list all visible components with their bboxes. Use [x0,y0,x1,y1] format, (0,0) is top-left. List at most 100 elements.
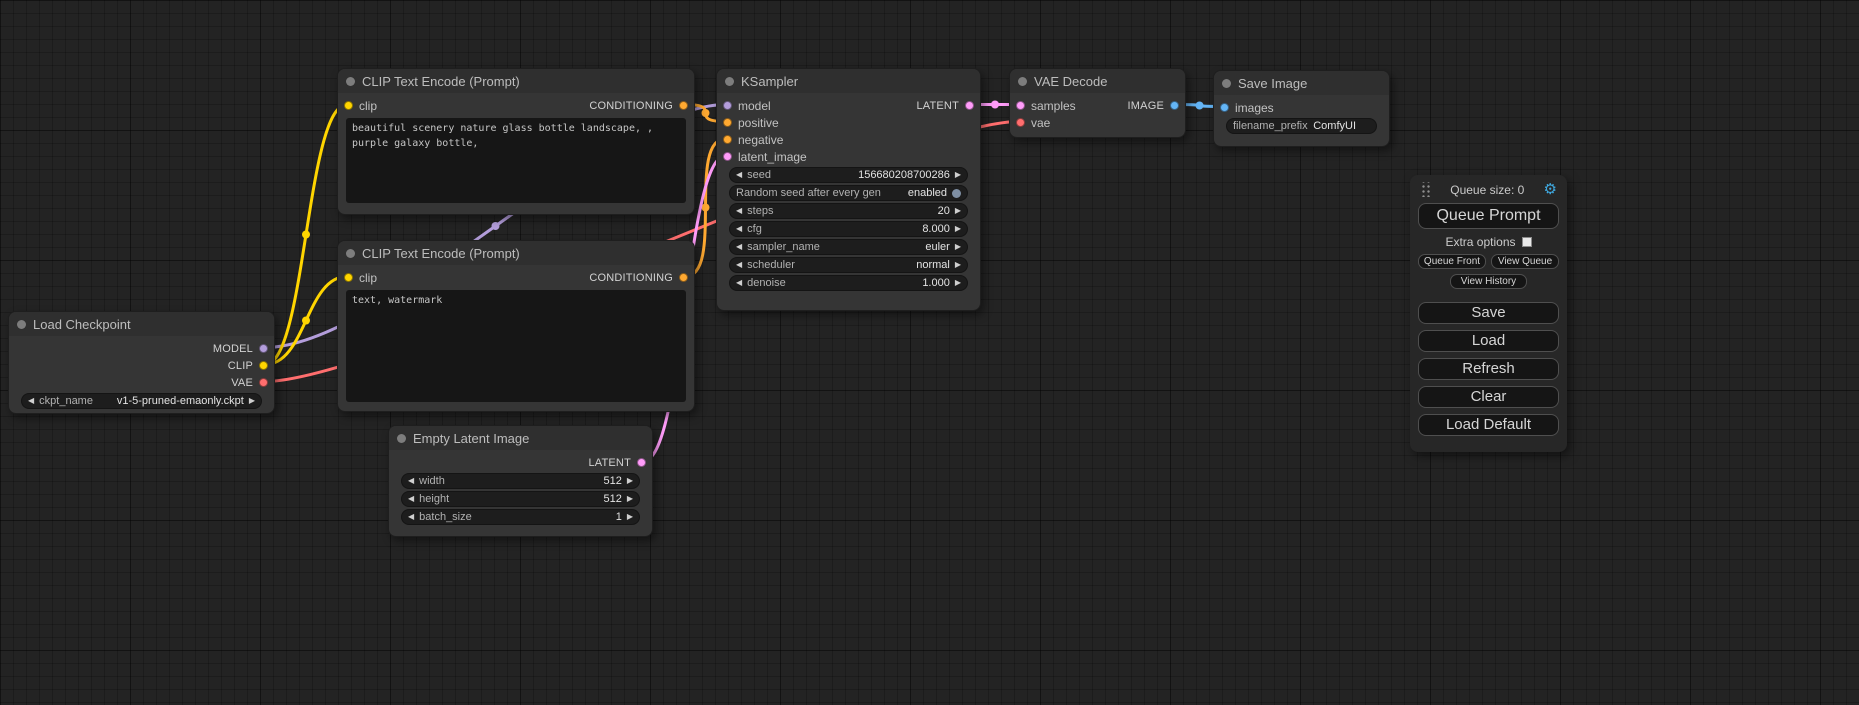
decrement-arrow-icon[interactable]: ◀ [408,477,414,485]
widget-filename-prefix[interactable]: filename_prefix ComfyUI [1226,118,1377,134]
collapse-dot-icon[interactable] [1222,79,1231,88]
node-title-bar[interactable]: VAE Decode [1010,69,1185,93]
extra-options-checkbox[interactable] [1522,237,1532,247]
queue-prompt-button[interactable]: Queue Prompt [1418,203,1559,229]
wire-midpoint-dot [702,204,710,212]
node-title-bar[interactable]: Empty Latent Image [389,426,652,450]
decrement-arrow-icon[interactable]: ◀ [736,243,742,251]
node-title: VAE Decode [1034,74,1107,89]
node-vae-decode[interactable]: VAE Decode samples IMAGE vae [1009,68,1186,138]
refresh-button[interactable]: Refresh [1418,358,1559,380]
node-title-bar[interactable]: Save Image [1214,71,1389,95]
prompt-textarea[interactable]: beautiful scenery nature glass bottle la… [346,118,686,203]
view-queue-button[interactable]: View Queue [1491,254,1559,269]
node-empty-latent-image[interactable]: Empty Latent Image LATENT ◀ width 512 ▶ … [388,425,653,537]
widget-scheduler[interactable]: ◀ scheduler normal ▶ [729,257,968,273]
collapse-dot-icon[interactable] [397,434,406,443]
widget-value: euler [925,241,949,253]
input-label-negative: negative [738,133,783,147]
widget-sampler-name[interactable]: ◀ sampler_name euler ▶ [729,239,968,255]
widget-cfg[interactable]: ◀ cfg 8.000 ▶ [729,221,968,237]
increment-arrow-icon[interactable]: ▶ [249,397,255,405]
increment-arrow-icon[interactable]: ▶ [955,279,961,287]
load-button[interactable]: Load [1418,330,1559,352]
output-slot-clip[interactable] [259,361,268,370]
load-default-button[interactable]: Load Default [1418,414,1559,436]
collapse-dot-icon[interactable] [1018,77,1027,86]
widget-height[interactable]: ◀ height 512 ▶ [401,491,640,507]
view-history-button[interactable]: View History [1450,274,1527,289]
input-slot-clip[interactable] [344,101,353,110]
decrement-arrow-icon[interactable]: ◀ [408,513,414,521]
input-slot-positive[interactable] [723,118,732,127]
collapse-dot-icon[interactable] [346,249,355,258]
node-title: Save Image [1238,76,1307,91]
settings-gear-icon[interactable]: ⚙ [1544,182,1557,197]
output-label-model: MODEL [213,343,253,355]
node-save-image[interactable]: Save Image images filename_prefix ComfyU… [1213,70,1390,147]
decrement-arrow-icon[interactable]: ◀ [736,279,742,287]
increment-arrow-icon[interactable]: ▶ [627,513,633,521]
widget-label: scheduler [747,259,795,271]
node-title-bar[interactable]: KSampler [717,69,980,93]
output-label-latent: LATENT [588,457,631,469]
increment-arrow-icon[interactable]: ▶ [627,495,633,503]
increment-arrow-icon[interactable]: ▶ [955,207,961,215]
increment-arrow-icon[interactable]: ▶ [955,243,961,251]
input-slot-negative[interactable] [723,135,732,144]
node-title: CLIP Text Encode (Prompt) [362,74,520,89]
input-slot-vae[interactable] [1016,118,1025,127]
decrement-arrow-icon[interactable]: ◀ [736,225,742,233]
widget-value: normal [916,259,950,271]
widget-seed[interactable]: ◀ seed 156680208700286 ▶ [729,167,968,183]
queue-front-button[interactable]: Queue Front [1418,254,1486,269]
widget-random-seed-toggle[interactable]: Random seed after every gen enabled [729,185,968,201]
output-slot-latent[interactable] [637,458,646,467]
decrement-arrow-icon[interactable]: ◀ [28,397,34,405]
collapse-dot-icon[interactable] [346,77,355,86]
decrement-arrow-icon[interactable]: ◀ [408,495,414,503]
node-title-bar[interactable]: CLIP Text Encode (Prompt) [338,241,694,265]
increment-arrow-icon[interactable]: ▶ [955,261,961,269]
node-clip-text-encode-negative[interactable]: CLIP Text Encode (Prompt) clip CONDITION… [337,240,695,412]
node-body: samples IMAGE vae [1010,93,1185,131]
increment-arrow-icon[interactable]: ▶ [627,477,633,485]
output-slot-conditioning[interactable] [679,273,688,282]
input-slot-images[interactable] [1220,103,1229,112]
decrement-arrow-icon[interactable]: ◀ [736,261,742,269]
decrement-arrow-icon[interactable]: ◀ [736,171,742,179]
increment-arrow-icon[interactable]: ▶ [955,225,961,233]
save-button[interactable]: Save [1418,302,1559,324]
input-slot-latent-image[interactable] [723,152,732,161]
input-slot-clip[interactable] [344,273,353,282]
input-slot-model[interactable] [723,101,732,110]
output-slot-latent[interactable] [965,101,974,110]
widget-steps[interactable]: ◀ steps 20 ▶ [729,203,968,219]
clear-button[interactable]: Clear [1418,386,1559,408]
widget-ckpt-name[interactable]: ◀ ckpt_name v1-5-pruned-emaonly.ckpt ▶ [21,393,262,409]
node-clip-text-encode-positive[interactable]: CLIP Text Encode (Prompt) clip CONDITION… [337,68,695,215]
widget-batch-size[interactable]: ◀ batch_size 1 ▶ [401,509,640,525]
queue-size-label: Queue size: 0 [1450,183,1524,197]
output-slot-conditioning[interactable] [679,101,688,110]
output-slot-image[interactable] [1170,101,1179,110]
node-load-checkpoint[interactable]: Load Checkpoint MODEL CLIP VAE ◀ ckpt_na… [8,311,275,414]
slot-row: vae [1010,114,1185,131]
input-label-images: images [1235,101,1274,115]
node-title-bar[interactable]: Load Checkpoint [9,312,274,336]
decrement-arrow-icon[interactable]: ◀ [736,207,742,215]
node-title-bar[interactable]: CLIP Text Encode (Prompt) [338,69,694,93]
menu-drag-handle-icon[interactable] [1420,182,1431,197]
output-slot-model[interactable] [259,344,268,353]
collapse-dot-icon[interactable] [725,77,734,86]
widget-width[interactable]: ◀ width 512 ▶ [401,473,640,489]
increment-arrow-icon[interactable]: ▶ [955,171,961,179]
output-slot-vae[interactable] [259,378,268,387]
node-ksampler[interactable]: KSampler model LATENT positive negative … [716,68,981,311]
prompt-textarea[interactable]: text, watermark [346,290,686,402]
input-slot-samples[interactable] [1016,101,1025,110]
widget-denoise[interactable]: ◀ denoise 1.000 ▶ [729,275,968,291]
collapse-dot-icon[interactable] [17,320,26,329]
output-label-vae: VAE [231,377,253,389]
node-graph-canvas[interactable]: Load Checkpoint MODEL CLIP VAE ◀ ckpt_na… [0,0,1859,705]
